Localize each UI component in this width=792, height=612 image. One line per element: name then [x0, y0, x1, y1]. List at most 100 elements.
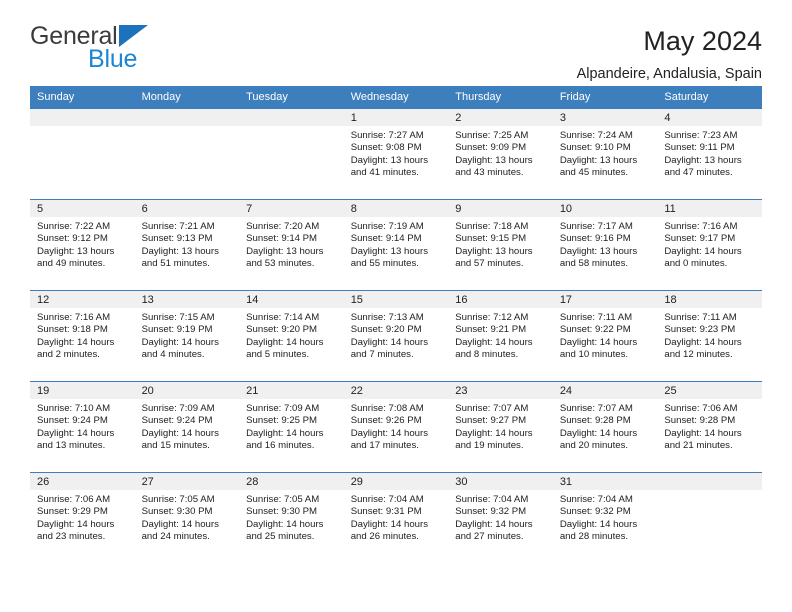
day-details: Sunrise: 7:23 AM Sunset: 9:11 PM Daylight:… — [657, 126, 762, 179]
day-number: 5 — [30, 200, 135, 217]
daylight-text: Daylight: 14 hours and 17 minutes. — [350, 427, 429, 451]
sunset-text: Sunset: 9:32 PM — [455, 506, 527, 518]
calendar-day-cell[interactable]: 9 Sunrise: 7:18 AM Sunset: 9:15 PM Daylight… — [448, 199, 553, 291]
weekday-header-friday: Friday — [552, 86, 658, 109]
sunrise-text: Sunrise: 7:09 AM — [246, 403, 320, 414]
sunrise-text: Sunrise: 7:04 AM — [455, 494, 529, 505]
calendar-day-cell[interactable]: 12 Sunrise: 7:16 AM Sunset: 9:18 PM Dayligh… — [30, 290, 135, 382]
day-box: 5 Sunrise: 7:22 AM Sunset: 9:12 PM Daylight… — [30, 200, 135, 290]
daylight-text: Daylight: 14 hours and 0 minutes. — [664, 245, 742, 269]
day-details: Sunrise: 7:11 AM Sunset: 9:23 PM Daylight:… — [657, 308, 762, 361]
calendar-day-cell[interactable]: 31 Sunrise: 7:04 AM Sunset: 9:32 PM Dayligh… — [552, 472, 658, 563]
daylight-text: Daylight: 14 hours and 16 minutes. — [246, 427, 324, 451]
sunset-text: Sunset: 9:19 PM — [141, 324, 213, 336]
sunset-text: Sunset: 9:28 PM — [664, 415, 736, 427]
calendar-day-cell[interactable]: 22 Sunrise: 7:08 AM Sunset: 9:26 PM Dayligh… — [343, 381, 449, 473]
sunset-text: Sunset: 9:20 PM — [246, 324, 318, 336]
calendar-day-cell[interactable]: 26 Sunrise: 7:06 AM Sunset: 9:29 PM Dayligh… — [30, 472, 135, 563]
day-number: 6 — [134, 200, 240, 217]
calendar-day-cell[interactable]: 11 Sunrise: 7:16 AM Sunset: 9:17 PM Dayligh… — [657, 199, 762, 291]
brand-logo[interactable]: General Blue — [30, 24, 148, 72]
sunrise-text: Sunrise: 7:11 AM — [664, 312, 737, 323]
daylight-text: Daylight: 14 hours and 21 minutes. — [664, 427, 742, 451]
sunrise-text: Sunrise: 7:05 AM — [141, 494, 215, 505]
calendar-day-cell[interactable]: 28 Sunrise: 7:05 AM Sunset: 9:30 PM Dayligh… — [239, 472, 344, 563]
day-number: 27 — [134, 473, 240, 490]
sunset-text: Sunset: 9:17 PM — [664, 233, 736, 245]
calendar-day-cell[interactable]: 21 Sunrise: 7:09 AM Sunset: 9:25 PM Dayligh… — [239, 381, 344, 473]
day-box: 3 Sunrise: 7:24 AM Sunset: 9:10 PM Daylight… — [552, 109, 658, 199]
calendar-day-cell[interactable]: 6 Sunrise: 7:21 AM Sunset: 9:13 PM Daylight… — [134, 199, 240, 291]
day-number: 24 — [552, 382, 658, 399]
day-number: 14 — [239, 291, 344, 308]
calendar-day-cell[interactable]: 2 Sunrise: 7:25 AM Sunset: 9:09 PM Daylight… — [448, 108, 553, 200]
calendar-day-cell[interactable]: 20 Sunrise: 7:09 AM Sunset: 9:24 PM Dayligh… — [134, 381, 240, 473]
calendar-day-cell[interactable]: 15 Sunrise: 7:13 AM Sunset: 9:20 PM Dayligh… — [343, 290, 449, 382]
calendar-day-cell[interactable]: 29 Sunrise: 7:04 AM Sunset: 9:31 PM Dayligh… — [343, 472, 449, 563]
calendar-week-row: 5 Sunrise: 7:22 AM Sunset: 9:12 PM Daylight… — [30, 199, 762, 291]
day-box: 19 Sunrise: 7:10 AM Sunset: 9:24 PM Dayligh… — [30, 382, 135, 472]
sunrise-text: Sunrise: 7:24 AM — [559, 130, 633, 141]
day-number — [134, 109, 240, 126]
day-number: 3 — [552, 109, 658, 126]
sunrise-text: Sunrise: 7:20 AM — [246, 221, 320, 232]
calendar-day-cell[interactable]: 30 Sunrise: 7:04 AM Sunset: 9:32 PM Dayligh… — [448, 472, 553, 563]
page-header: General Blue May 2024 Alpandeire, Andalu… — [30, 0, 762, 83]
daylight-text: Daylight: 13 hours and 53 minutes. — [246, 245, 324, 269]
weekday-header-tuesday: Tuesday — [239, 86, 344, 109]
calendar-day-cell[interactable]: 19 Sunrise: 7:10 AM Sunset: 9:24 PM Dayligh… — [30, 381, 135, 473]
daylight-text: Daylight: 14 hours and 8 minutes. — [455, 336, 533, 360]
calendar-cell-empty — [134, 108, 240, 200]
calendar-day-cell[interactable]: 7 Sunrise: 7:20 AM Sunset: 9:14 PM Daylight… — [239, 199, 344, 291]
sunset-text: Sunset: 9:28 PM — [559, 415, 631, 427]
day-number: 30 — [448, 473, 553, 490]
calendar-day-cell[interactable]: 4 Sunrise: 7:23 AM Sunset: 9:11 PM Daylight… — [657, 108, 762, 200]
day-details: Sunrise: 7:05 AM Sunset: 9:30 PM Daylight:… — [239, 490, 344, 543]
sunset-text: Sunset: 9:23 PM — [664, 324, 736, 336]
day-box: 2 Sunrise: 7:25 AM Sunset: 9:09 PM Daylight… — [448, 109, 553, 199]
calendar-day-cell[interactable]: 18 Sunrise: 7:11 AM Sunset: 9:23 PM Dayligh… — [657, 290, 762, 382]
calendar-day-cell[interactable]: 25 Sunrise: 7:06 AM Sunset: 9:28 PM Dayligh… — [657, 381, 762, 473]
day-number: 31 — [552, 473, 658, 490]
calendar-day-cell[interactable]: 10 Sunrise: 7:17 AM Sunset: 9:16 PM Dayligh… — [552, 199, 658, 291]
sunrise-text: Sunrise: 7:27 AM — [350, 130, 424, 141]
calendar-day-cell[interactable]: 14 Sunrise: 7:14 AM Sunset: 9:20 PM Dayligh… — [239, 290, 344, 382]
day-box: 24 Sunrise: 7:07 AM Sunset: 9:28 PM Dayligh… — [552, 382, 658, 472]
page-title: May 2024 — [643, 26, 762, 56]
day-details: Sunrise: 7:14 AM Sunset: 9:20 PM Daylight:… — [239, 308, 344, 361]
daylight-text: Daylight: 13 hours and 55 minutes. — [350, 245, 429, 269]
sunrise-text: Sunrise: 7:04 AM — [350, 494, 424, 505]
sunrise-text: Sunrise: 7:05 AM — [246, 494, 320, 505]
day-number: 11 — [657, 200, 762, 217]
calendar-week-row: 1 Sunrise: 7:27 AM Sunset: 9:08 PM Daylight… — [30, 108, 762, 200]
sunset-text: Sunset: 9:30 PM — [246, 506, 318, 518]
calendar-day-cell[interactable]: 13 Sunrise: 7:15 AM Sunset: 9:19 PM Dayligh… — [134, 290, 240, 382]
sunrise-text: Sunrise: 7:17 AM — [559, 221, 633, 232]
calendar-day-cell[interactable]: 3 Sunrise: 7:24 AM Sunset: 9:10 PM Daylight… — [552, 108, 658, 200]
day-details: Sunrise: 7:04 AM Sunset: 9:31 PM Daylight:… — [344, 490, 449, 543]
daylight-text: Daylight: 14 hours and 12 minutes. — [664, 336, 742, 360]
sunset-text: Sunset: 9:09 PM — [455, 142, 527, 154]
day-box: 17 Sunrise: 7:11 AM Sunset: 9:22 PM Dayligh… — [552, 291, 658, 381]
sunset-text: Sunset: 9:18 PM — [37, 324, 108, 336]
weekday-header-sunday: Sunday — [30, 86, 135, 109]
daylight-text: Daylight: 13 hours and 51 minutes. — [141, 245, 219, 269]
calendar-day-cell[interactable]: 5 Sunrise: 7:22 AM Sunset: 9:12 PM Daylight… — [30, 199, 135, 291]
calendar-day-cell[interactable]: 8 Sunrise: 7:19 AM Sunset: 9:14 PM Daylight… — [343, 199, 449, 291]
calendar-day-cell[interactable]: 17 Sunrise: 7:11 AM Sunset: 9:22 PM Dayligh… — [552, 290, 658, 382]
daylight-text: Daylight: 14 hours and 26 minutes. — [350, 518, 429, 542]
daylight-text: Daylight: 13 hours and 47 minutes. — [664, 154, 742, 178]
calendar-day-cell[interactable]: 27 Sunrise: 7:05 AM Sunset: 9:30 PM Dayligh… — [134, 472, 240, 563]
calendar-day-cell[interactable]: 23 Sunrise: 7:07 AM Sunset: 9:27 PM Dayligh… — [448, 381, 553, 473]
calendar-body: 1 Sunrise: 7:27 AM Sunset: 9:08 PM Daylight… — [30, 108, 762, 563]
daylight-text: Daylight: 14 hours and 4 minutes. — [141, 336, 219, 360]
calendar-day-cell[interactable]: 1 Sunrise: 7:27 AM Sunset: 9:08 PM Daylight… — [343, 108, 449, 200]
calendar-day-cell[interactable]: 24 Sunrise: 7:07 AM Sunset: 9:28 PM Dayligh… — [552, 381, 658, 473]
day-details: Sunrise: 7:27 AM Sunset: 9:08 PM Daylight:… — [344, 126, 449, 179]
day-details: Sunrise: 7:22 AM Sunset: 9:12 PM Daylight:… — [30, 217, 135, 270]
daylight-text: Daylight: 14 hours and 13 minutes. — [37, 427, 115, 451]
daylight-text: Daylight: 14 hours and 15 minutes. — [141, 427, 219, 451]
calendar-cell-empty — [30, 108, 135, 200]
sunrise-text: Sunrise: 7:16 AM — [37, 312, 111, 323]
calendar-day-cell[interactable]: 16 Sunrise: 7:12 AM Sunset: 9:21 PM Dayligh… — [448, 290, 553, 382]
